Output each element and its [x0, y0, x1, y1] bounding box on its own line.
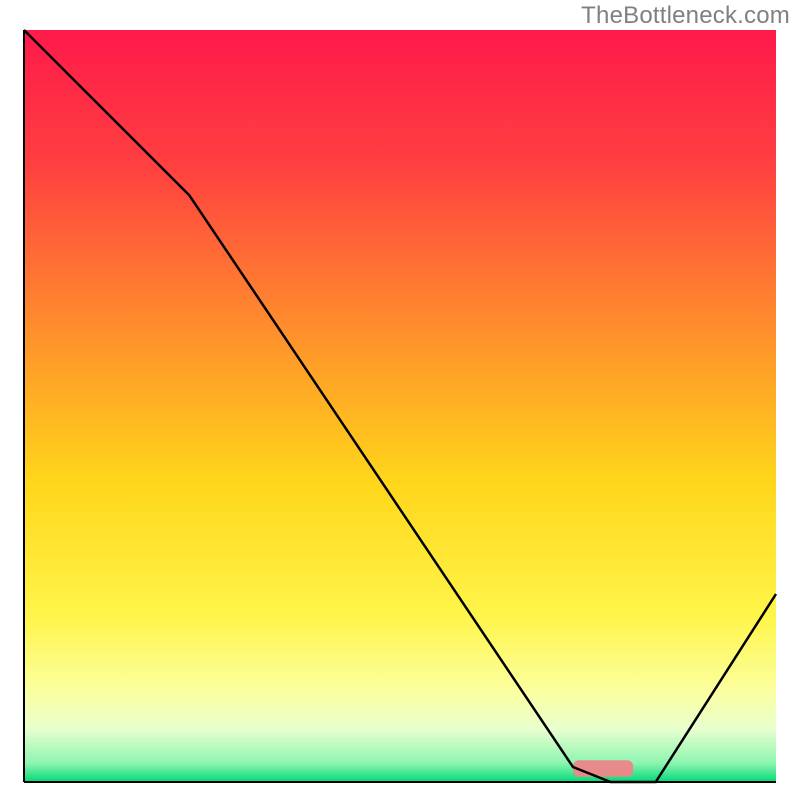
chart-wrapper: { "watermark": "TheBottleneck.com", "cha…: [0, 0, 800, 800]
sweet-spot-marker: [573, 760, 633, 777]
watermark-text: TheBottleneck.com: [581, 2, 790, 30]
bottleneck-chart: [0, 0, 800, 800]
